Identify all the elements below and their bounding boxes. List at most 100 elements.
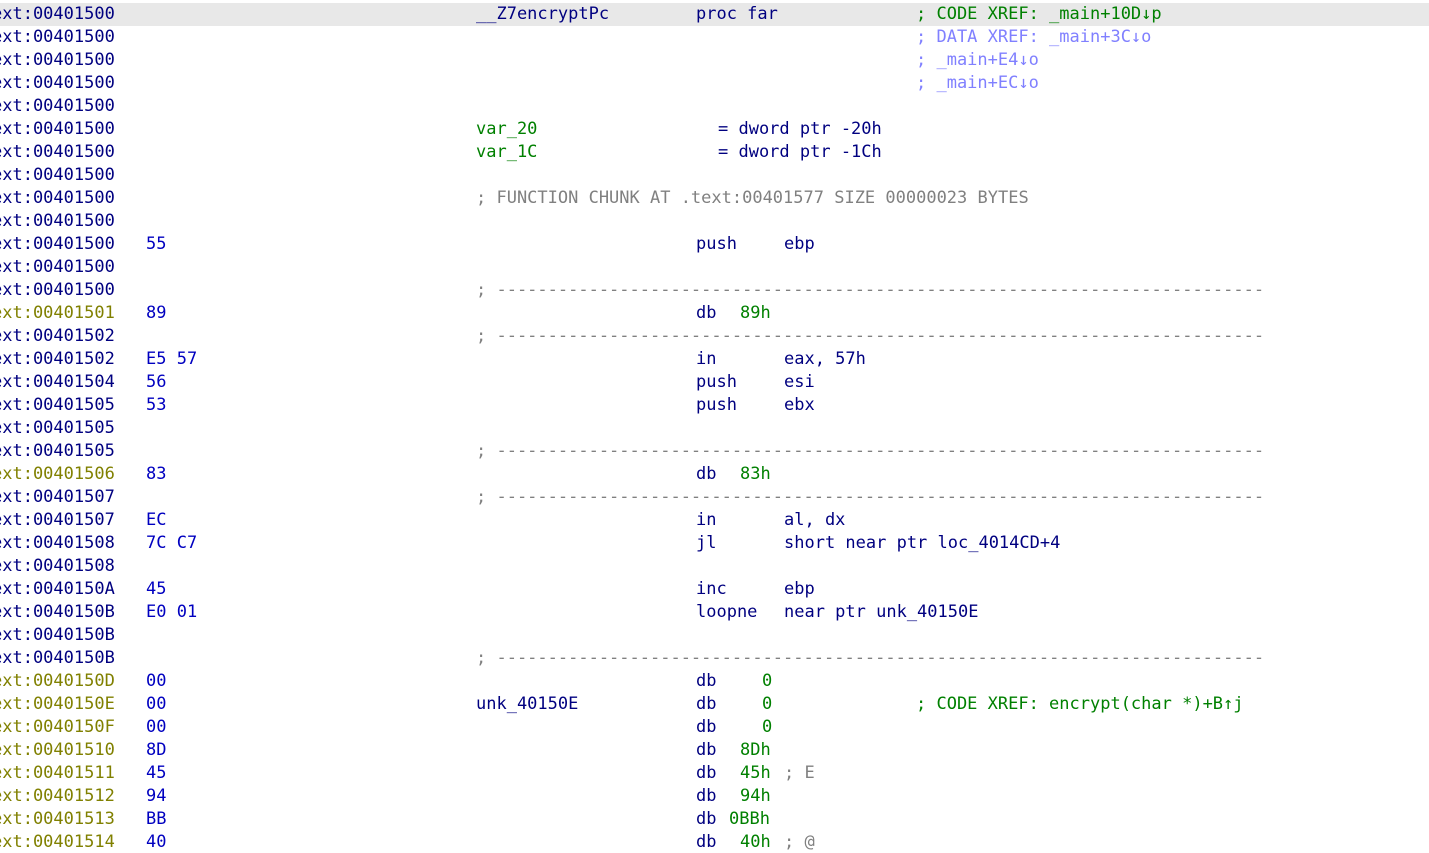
listing-line[interactable]: ext:00401500 ; _main+E4↓o — [0, 49, 1429, 72]
listing-line[interactable]: ext:0040150E 00 unk_40150E db 0 ; CODE X… — [0, 693, 1429, 716]
operands[interactable]: ebx — [784, 394, 815, 417]
address[interactable]: ext:00401505 — [0, 440, 115, 463]
address[interactable]: ext:0040150D — [0, 670, 115, 693]
listing-line[interactable]: ext:0040150D 00 db 0 — [0, 670, 1429, 693]
listing-line[interactable]: ext:00401500 var_20 = dword ptr -20h — [0, 118, 1429, 141]
address[interactable]: ext:00401505 — [0, 417, 115, 440]
function-label[interactable]: __Z7encryptPc — [476, 3, 609, 26]
listing-line[interactable]: ext:00401502 E5 57 in eax, 57h — [0, 348, 1429, 371]
address[interactable]: ext:00401501 — [0, 302, 115, 325]
listing-line[interactable]: ext:00401500 ; _main+EC↓o — [0, 72, 1429, 95]
address[interactable]: ext:00401508 — [0, 532, 115, 555]
address[interactable]: ext:00401500 — [0, 141, 115, 164]
xref-comment[interactable]: ; CODE XREF: encrypt(char *)+B↑j — [916, 693, 1244, 716]
address[interactable]: ext:00401504 — [0, 371, 115, 394]
listing-line[interactable]: ext:00401508 7C C7 jl short near ptr loc… — [0, 532, 1429, 555]
listing-line[interactable]: ext:00401510 8D db 8Dh — [0, 739, 1429, 762]
address[interactable]: ext:00401514 — [0, 831, 115, 853]
address[interactable]: ext:00401512 — [0, 785, 115, 808]
address[interactable]: ext:0040150F — [0, 716, 115, 739]
address[interactable]: ext:00401502 — [0, 325, 115, 348]
xref-comment[interactable]: ; DATA XREF: _main+3C↓o — [916, 26, 1151, 49]
separator-line: ; --------------------------------------… — [476, 326, 1265, 346]
var-name[interactable]: var_20 — [476, 118, 537, 141]
address[interactable]: ext:00401500 — [0, 164, 115, 187]
operands[interactable]: eax, 57h — [784, 348, 866, 371]
address[interactable]: ext:00401505 — [0, 394, 115, 417]
listing-line[interactable]: ext:00401505 53 push ebx — [0, 394, 1429, 417]
listing-line[interactable]: ext:00401502 ; -------------------------… — [0, 325, 1429, 348]
address[interactable]: ext:0040150B — [0, 624, 115, 647]
address[interactable]: ext:00401506 — [0, 463, 115, 486]
opcode-bytes: E0 01 — [146, 602, 198, 622]
xref-comment[interactable]: ; _main+E4↓o — [916, 49, 1039, 72]
operands[interactable]: ebp — [784, 578, 815, 601]
listing-line[interactable]: ext:00401500 ; -------------------------… — [0, 279, 1429, 302]
address[interactable]: ext:0040150B — [0, 647, 115, 670]
listing-line[interactable]: ext:00401507 ; -------------------------… — [0, 486, 1429, 509]
operands[interactable]: esi — [784, 371, 815, 394]
opcode-bytes: EC — [146, 510, 167, 530]
address[interactable]: ext:00401510 — [0, 739, 115, 762]
listing-line[interactable]: ext:00401500 ; DATA XREF: _main+3C↓o — [0, 26, 1429, 49]
listing-line[interactable]: ext:00401512 94 db 94h — [0, 785, 1429, 808]
address[interactable]: ext:00401500 — [0, 49, 115, 72]
address[interactable]: ext:00401500 — [0, 210, 115, 233]
address[interactable]: ext:00401500 — [0, 95, 115, 118]
listing-line[interactable]: ext:00401500 — [0, 164, 1429, 187]
listing-line[interactable]: ext:0040150B ; -------------------------… — [0, 647, 1429, 670]
opcode-bytes: 40 — [146, 832, 167, 852]
listing-line[interactable]: ext:00401500 — [0, 256, 1429, 279]
address[interactable]: ext:0040150B — [0, 601, 115, 624]
address[interactable]: ext:00401508 — [0, 555, 115, 578]
listing-line[interactable]: ext:0040150F 00 db 0 — [0, 716, 1429, 739]
address[interactable]: ext:00401500 — [0, 233, 115, 256]
data-label[interactable]: unk_40150E — [476, 693, 578, 716]
address[interactable]: ext:00401513 — [0, 808, 115, 831]
operands[interactable]: ebp — [784, 233, 815, 256]
proc-decl: proc far — [696, 4, 778, 24]
address[interactable]: ext:00401500 — [0, 72, 115, 95]
address[interactable]: ext:00401502 — [0, 348, 115, 371]
listing-line[interactable]: ext:00401514 40 db 40h ; @ — [0, 831, 1429, 853]
address[interactable]: ext:00401500 — [0, 26, 115, 49]
listing-line[interactable]: ext:00401500 55 push ebp — [0, 233, 1429, 256]
listing-line[interactable]: ext:00401507 EC in al, dx — [0, 509, 1429, 532]
listing-line[interactable]: ext:00401500 __Z7encryptPc proc far ; CO… — [0, 3, 1429, 26]
address[interactable]: ext:00401511 — [0, 762, 115, 785]
listing-line[interactable]: ext:00401508 — [0, 555, 1429, 578]
operands[interactable]: al, dx — [784, 509, 845, 532]
address[interactable]: ext:00401507 — [0, 486, 115, 509]
address[interactable]: ext:00401500 — [0, 279, 115, 302]
listing-line[interactable]: ext:00401506 83 db 83h — [0, 463, 1429, 486]
listing-line[interactable]: ext:0040150B — [0, 624, 1429, 647]
xref-comment[interactable]: ; CODE XREF: _main+10D↓p — [916, 3, 1162, 26]
listing-line[interactable]: ext:00401500 — [0, 95, 1429, 118]
listing-line[interactable]: ext:00401504 56 push esi — [0, 371, 1429, 394]
listing-line[interactable]: ext:00401500 — [0, 210, 1429, 233]
listing-line[interactable]: ext:00401511 45 db 45h ; E — [0, 762, 1429, 785]
listing-line[interactable]: ext:00401505 — [0, 417, 1429, 440]
address[interactable]: ext:00401500 — [0, 187, 115, 210]
listing-line[interactable]: ext:00401500 ; FUNCTION CHUNK AT .text:0… — [0, 187, 1429, 210]
data-value: 0 — [762, 671, 773, 691]
address[interactable]: ext:0040150A — [0, 578, 115, 601]
address[interactable]: ext:00401500 — [0, 3, 115, 26]
operands[interactable]: short near ptr loc_4014CD+4 — [784, 532, 1060, 555]
address[interactable]: ext:00401500 — [0, 256, 115, 279]
address[interactable]: ext:00401507 — [0, 509, 115, 532]
listing-line[interactable]: ext:00401501 89 db 89h — [0, 302, 1429, 325]
listing-line[interactable]: ext:00401500 var_1C = dword ptr -1Ch — [0, 141, 1429, 164]
listing-line[interactable]: ext:00401505 ; -------------------------… — [0, 440, 1429, 463]
operands[interactable]: near ptr unk_40150E — [784, 601, 978, 624]
listing-line[interactable]: ext:0040150A 45 inc ebp — [0, 578, 1429, 601]
var-name[interactable]: var_1C — [476, 141, 537, 164]
address[interactable]: ext:0040150E — [0, 693, 115, 716]
disassembly-listing[interactable]: ext:00401500 __Z7encryptPc proc far ; CO… — [0, 0, 1429, 853]
address[interactable]: ext:00401500 — [0, 118, 115, 141]
listing-line[interactable]: ext:00401513 BB db 0BBh — [0, 808, 1429, 831]
xref-comment[interactable]: ; _main+EC↓o — [916, 72, 1039, 95]
mnemonic: push — [696, 395, 737, 415]
listing-line[interactable]: ext:0040150B E0 01 loopne near ptr unk_4… — [0, 601, 1429, 624]
opcode-bytes: 7C C7 — [146, 533, 198, 553]
